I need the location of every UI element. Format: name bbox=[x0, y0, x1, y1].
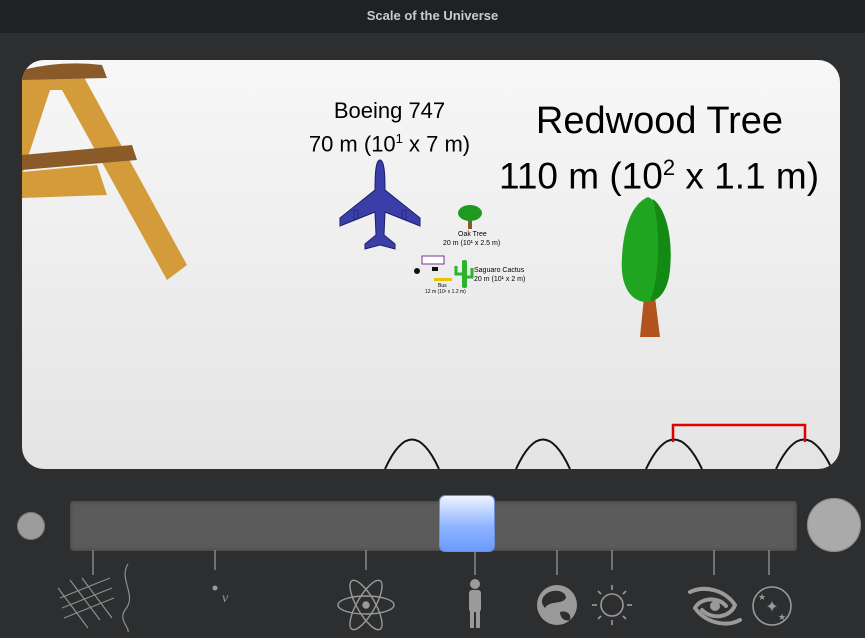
measurement-bracket bbox=[671, 423, 807, 442]
scale-viewport[interactable]: Boeing 747 70 m (101 x 7 m) Redwood Tree… bbox=[22, 60, 840, 469]
zoom-out-button[interactable] bbox=[17, 512, 45, 540]
scale-icons-bar: ν ✦ ★ ★ bbox=[57, 550, 792, 633]
sun-icon bbox=[592, 585, 632, 625]
redwood-title: Redwood Tree bbox=[535, 100, 784, 142]
eiffel-tower-icon[interactable] bbox=[22, 63, 187, 280]
zoom-slider-track[interactable] bbox=[70, 501, 797, 551]
boeing-title: Boeing 747 bbox=[333, 98, 446, 123]
earth-icon bbox=[537, 585, 577, 625]
person-icon bbox=[469, 579, 481, 628]
redwood-size: 110 m (102 x 1.1 m) bbox=[498, 155, 820, 197]
oak-tree-size: 20 m (10¹ x 2.5 m) bbox=[443, 240, 501, 247]
cactus-name: Saguaro Cactus bbox=[474, 267, 525, 274]
grid-icon bbox=[57, 563, 131, 633]
boeing-size: 70 m (101 x 7 m) bbox=[308, 131, 471, 157]
universe-icon: ✦ ★ ★ bbox=[752, 586, 792, 626]
neutrino-icon: ν bbox=[212, 585, 229, 606]
oak-tree-icon[interactable] bbox=[458, 205, 482, 229]
cactus-size: 20 m (10¹ x 2 m) bbox=[474, 276, 526, 283]
zoom-slider-area: ν ✦ ★ ★ bbox=[0, 490, 865, 638]
size-arches bbox=[384, 438, 833, 469]
saguaro-cactus-icon[interactable] bbox=[454, 260, 474, 288]
small-objects-icon bbox=[414, 255, 452, 281]
boeing-747-icon[interactable] bbox=[339, 159, 421, 250]
galaxy-icon bbox=[688, 586, 742, 626]
atom-icon bbox=[337, 579, 395, 631]
zoom-in-button[interactable] bbox=[807, 498, 861, 552]
zoom-slider-thumb[interactable] bbox=[440, 496, 494, 551]
window-title: Scale of the Universe bbox=[0, 0, 865, 33]
bus-size: 12 m (10¹ x 1.2 m) bbox=[425, 289, 466, 295]
svg-text:★: ★ bbox=[778, 613, 786, 623]
redwood-tree-icon[interactable] bbox=[621, 197, 671, 337]
svg-text:★: ★ bbox=[758, 593, 766, 603]
oak-tree-name: Oak Tree bbox=[458, 231, 487, 238]
svg-text:✦: ✦ bbox=[765, 597, 778, 616]
svg-text:ν: ν bbox=[222, 591, 229, 606]
